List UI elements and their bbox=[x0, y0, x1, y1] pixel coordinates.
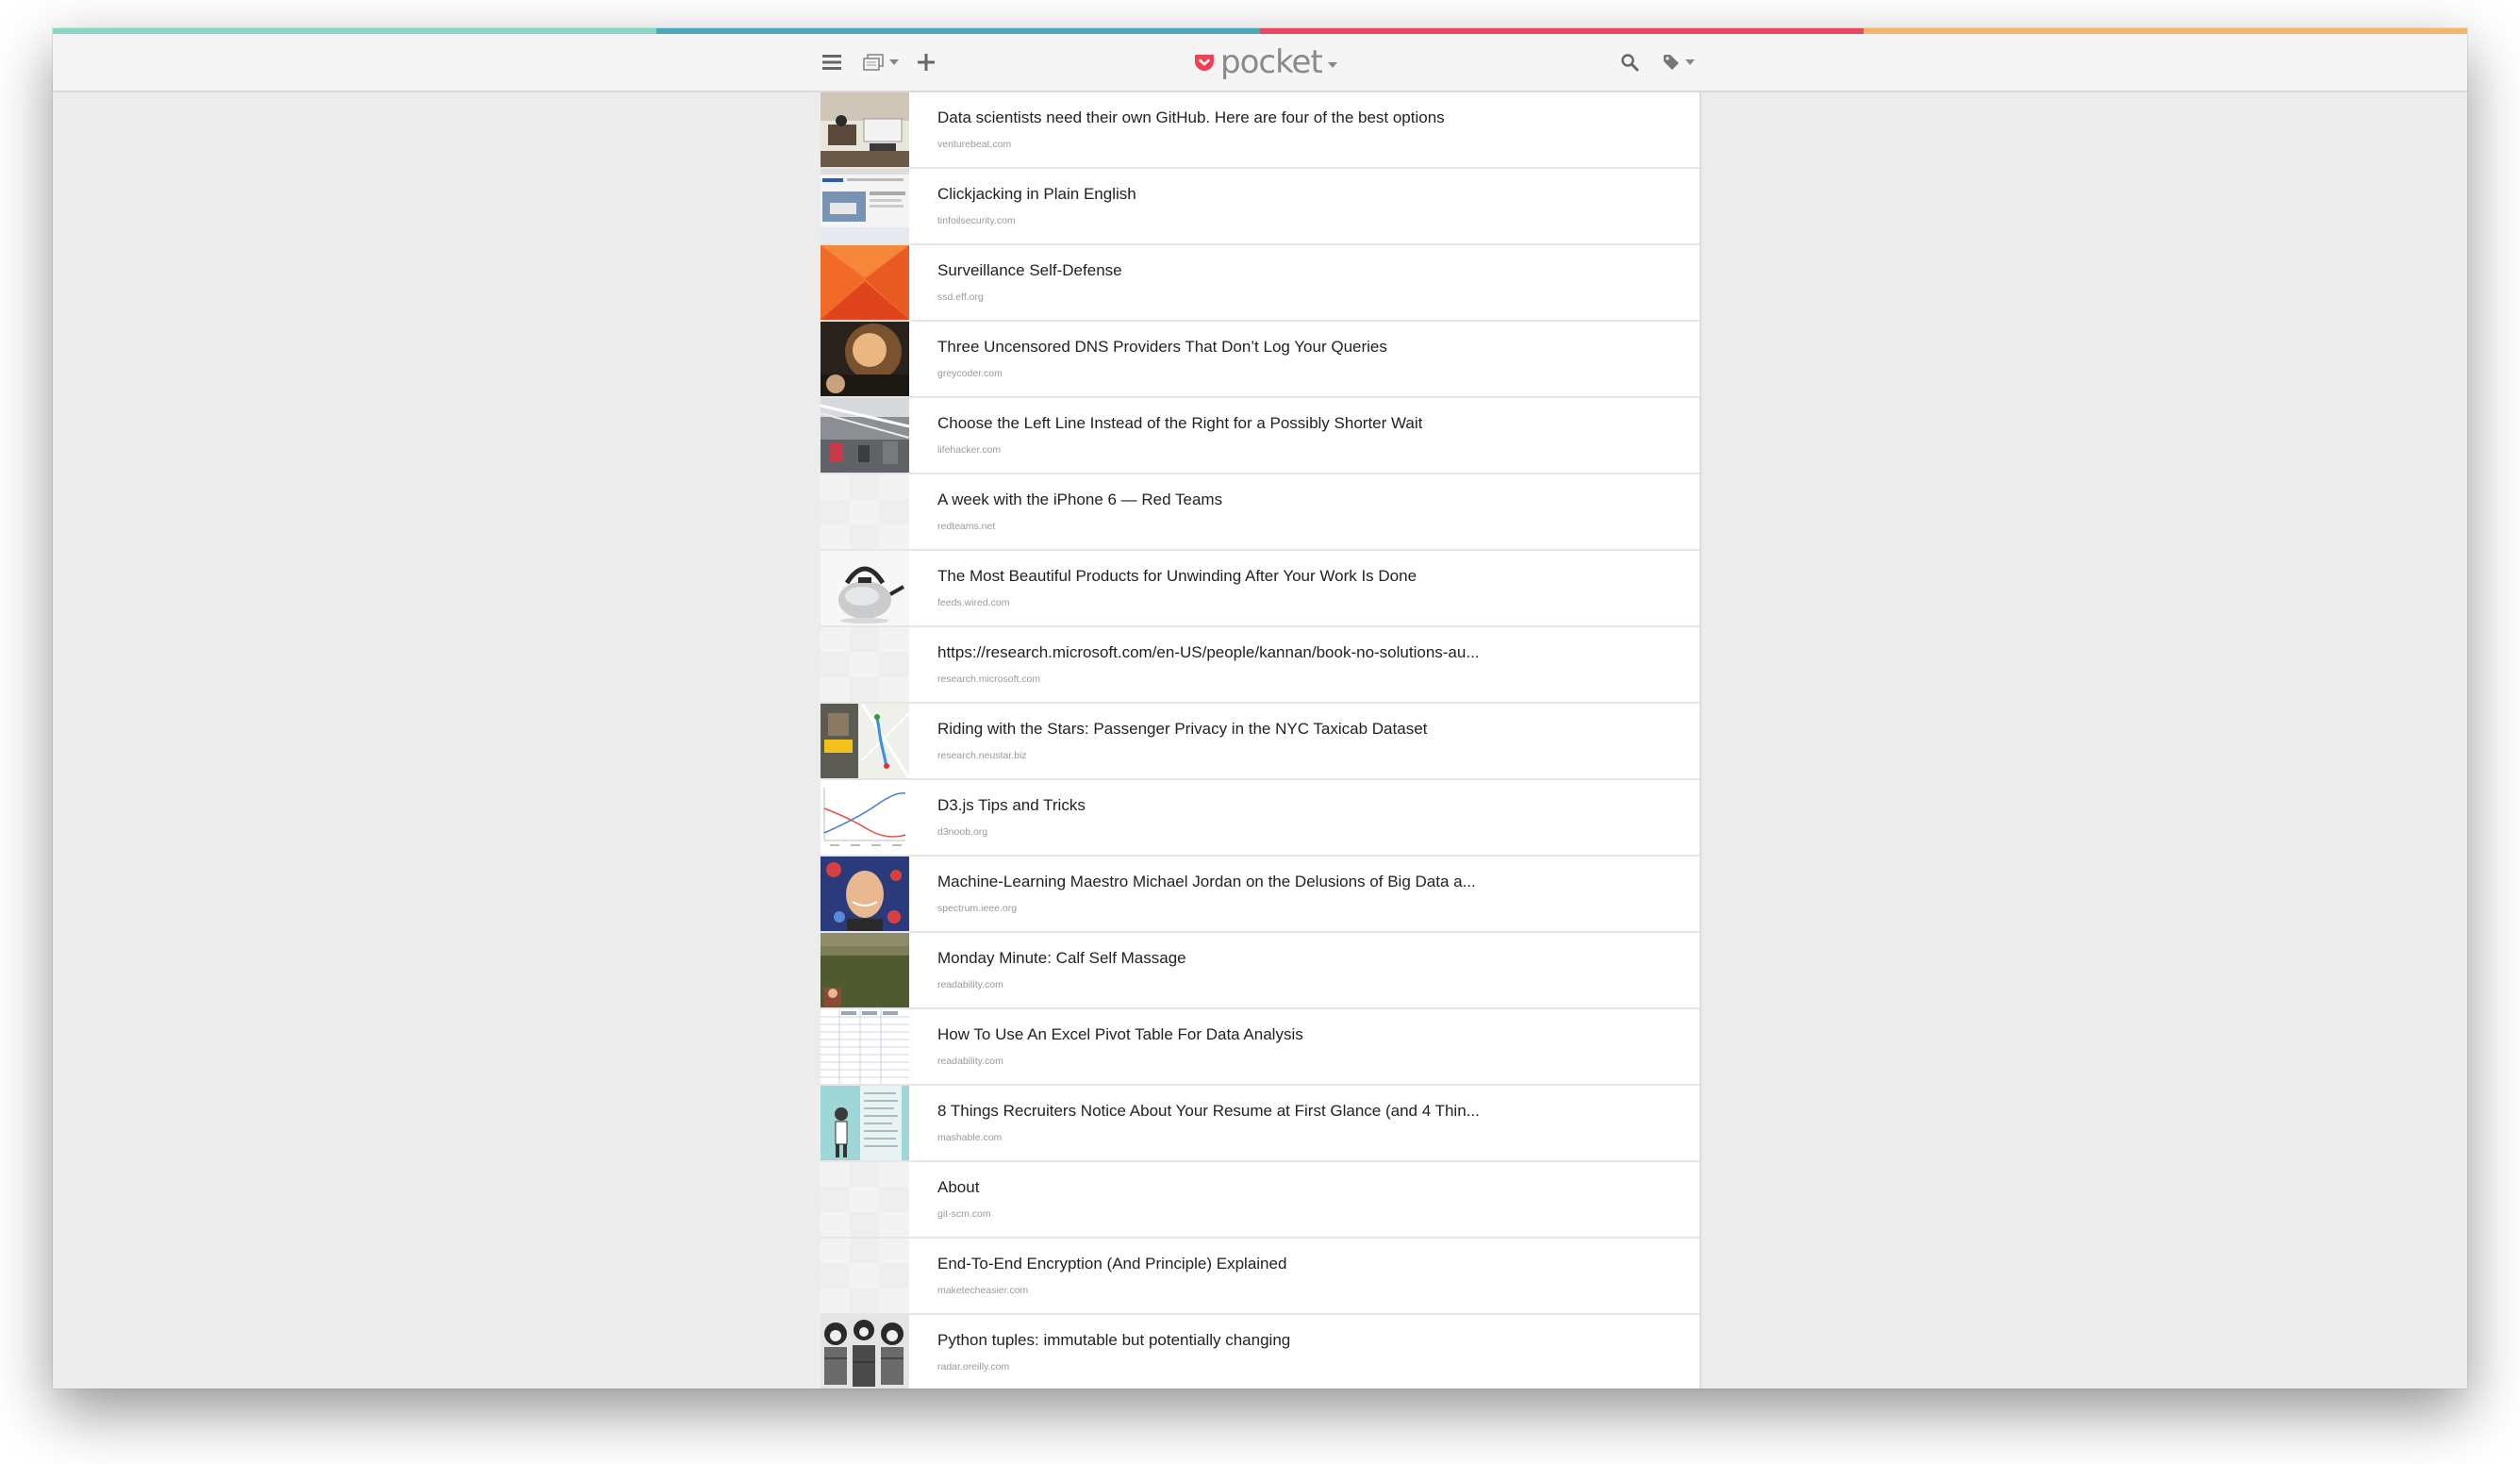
article-domain: maketecheasier.com bbox=[937, 1285, 1029, 1296]
article-thumbnail bbox=[821, 780, 909, 855]
list-item[interactable]: Machine-Learning Maestro Michael Jordan … bbox=[821, 857, 1699, 933]
article-thumbnail bbox=[821, 704, 909, 778]
article-title[interactable]: Machine-Learning Maestro Michael Jordan … bbox=[937, 873, 1476, 891]
list-item[interactable]: End-To-End Encryption (And Principle) Ex… bbox=[821, 1239, 1699, 1315]
list-item[interactable]: Choose the Left Line Instead of the Righ… bbox=[821, 398, 1699, 474]
article-thumbnail bbox=[821, 933, 909, 1007]
search-icon[interactable] bbox=[1618, 49, 1641, 75]
article-title[interactable]: https://research.microsoft.com/en-US/peo… bbox=[937, 643, 1480, 662]
article-thumbnail bbox=[821, 627, 909, 702]
chevron-down-icon bbox=[889, 59, 899, 65]
article-domain: ssd.eff.org bbox=[937, 291, 984, 303]
tags-button[interactable] bbox=[1660, 49, 1698, 75]
list-item[interactable]: D3.js Tips and Tricks d3noob.org bbox=[821, 780, 1699, 857]
article-thumbnail bbox=[821, 169, 909, 243]
article-thumbnail bbox=[821, 1009, 909, 1084]
pocket-logo-icon bbox=[1194, 52, 1215, 73]
article-title[interactable]: About bbox=[937, 1178, 979, 1197]
list-item[interactable]: Surveillance Self-Defense ssd.eff.org bbox=[821, 245, 1699, 322]
chevron-down-icon bbox=[1685, 59, 1695, 65]
article-domain: d3noob.org bbox=[937, 826, 988, 838]
article-title[interactable]: How To Use An Excel Pivot Table For Data… bbox=[937, 1025, 1303, 1044]
list-item[interactable]: About git-scm.com bbox=[821, 1162, 1699, 1239]
article-thumbnail bbox=[821, 857, 909, 931]
article-title[interactable]: Riding with the Stars: Passenger Privacy… bbox=[937, 720, 1427, 739]
article-thumbnail bbox=[821, 474, 909, 549]
list-item[interactable]: https://research.microsoft.com/en-US/peo… bbox=[821, 627, 1699, 704]
article-domain: redteams.net bbox=[937, 521, 996, 532]
article-domain: radar.oreilly.com bbox=[937, 1361, 1010, 1372]
plus-icon[interactable] bbox=[915, 49, 937, 75]
chevron-down-icon bbox=[1327, 62, 1337, 68]
list-item[interactable]: A week with the iPhone 6 — Red Teams redt… bbox=[821, 474, 1699, 551]
article-thumbnail bbox=[821, 1086, 909, 1160]
article-domain: venturebeat.com bbox=[937, 139, 1012, 150]
article-domain: readability.com bbox=[937, 1056, 1003, 1067]
article-title[interactable]: Python tuples: immutable but potentially… bbox=[937, 1331, 1290, 1350]
article-title[interactable]: D3.js Tips and Tricks bbox=[937, 796, 1086, 815]
article-thumbnail bbox=[821, 322, 909, 396]
article-domain: feeds.wired.com bbox=[937, 597, 1010, 608]
article-title[interactable]: Surveillance Self-Defense bbox=[937, 261, 1122, 280]
article-domain: research.neustar.biz bbox=[937, 750, 1027, 761]
tag-icon bbox=[1663, 54, 1680, 71]
list-item[interactable]: Python tuples: immutable but potentially… bbox=[821, 1315, 1699, 1389]
article-title[interactable]: 8 Things Recruiters Notice About Your Re… bbox=[937, 1102, 1480, 1121]
article-title[interactable]: The Most Beautiful Products for Unwindin… bbox=[937, 567, 1417, 586]
article-domain: git-scm.com bbox=[937, 1208, 991, 1220]
article-domain: greycoder.com bbox=[937, 368, 1003, 379]
list-item[interactable]: Three Uncensored DNS Providers That Don’… bbox=[821, 322, 1699, 398]
article-thumbnail bbox=[821, 551, 909, 625]
article-thumbnail bbox=[821, 245, 909, 320]
article-thumbnail bbox=[821, 1162, 909, 1237]
list-item[interactable]: The Most Beautiful Products for Unwindin… bbox=[821, 551, 1699, 627]
list-item[interactable]: Riding with the Stars: Passenger Privacy… bbox=[821, 704, 1699, 780]
list-item[interactable]: Data scientists need their own GitHub. H… bbox=[821, 92, 1699, 169]
article-title[interactable]: Choose the Left Line Instead of the Righ… bbox=[937, 414, 1422, 433]
article-domain: lifehacker.com bbox=[937, 444, 1002, 456]
article-domain: spectrum.ieee.org bbox=[937, 903, 1018, 914]
article-title[interactable]: Data scientists need their own GitHub. H… bbox=[937, 108, 1445, 127]
article-thumbnail bbox=[821, 1239, 909, 1313]
app-header: pocket bbox=[53, 34, 2467, 92]
article-thumbnail bbox=[821, 398, 909, 473]
article-title[interactable]: Monday Minute: Calf Self Massage bbox=[937, 949, 1186, 968]
article-domain: research.microsoft.com bbox=[937, 674, 1041, 685]
article-thumbnail bbox=[821, 92, 909, 167]
article-domain: tinfoilsecurity.com bbox=[937, 215, 1016, 226]
hamburger-menu-icon[interactable] bbox=[821, 49, 843, 75]
article-domain: readability.com bbox=[937, 979, 1003, 990]
article-title[interactable]: End-To-End Encryption (And Principle) Ex… bbox=[937, 1255, 1286, 1273]
pocket-logo[interactable]: pocket bbox=[1194, 43, 1337, 81]
article-title[interactable]: Three Uncensored DNS Providers That Don’… bbox=[937, 338, 1387, 357]
browser-window: pocket Data scientists need their own Gi… bbox=[53, 28, 2467, 1389]
list-item[interactable]: Monday Minute: Calf Self Massage readabil… bbox=[821, 933, 1699, 1009]
article-thumbnail bbox=[821, 1315, 909, 1389]
article-list: Data scientists need their own GitHub. H… bbox=[821, 92, 1701, 1389]
list-item[interactable]: 8 Things Recruiters Notice About Your Re… bbox=[821, 1086, 1699, 1162]
article-domain: mashable.com bbox=[937, 1132, 1003, 1143]
article-title[interactable]: Clickjacking in Plain English bbox=[937, 185, 1136, 204]
list-item[interactable]: Clickjacking in Plain English tinfoilsecu… bbox=[821, 169, 1699, 245]
logo-text: pocket bbox=[1220, 43, 1323, 81]
list-view-icon bbox=[863, 54, 884, 71]
list-item[interactable]: How To Use An Excel Pivot Table For Data… bbox=[821, 1009, 1699, 1086]
list-view-button[interactable] bbox=[860, 49, 902, 75]
article-title[interactable]: A week with the iPhone 6 — Red Teams bbox=[937, 491, 1222, 509]
